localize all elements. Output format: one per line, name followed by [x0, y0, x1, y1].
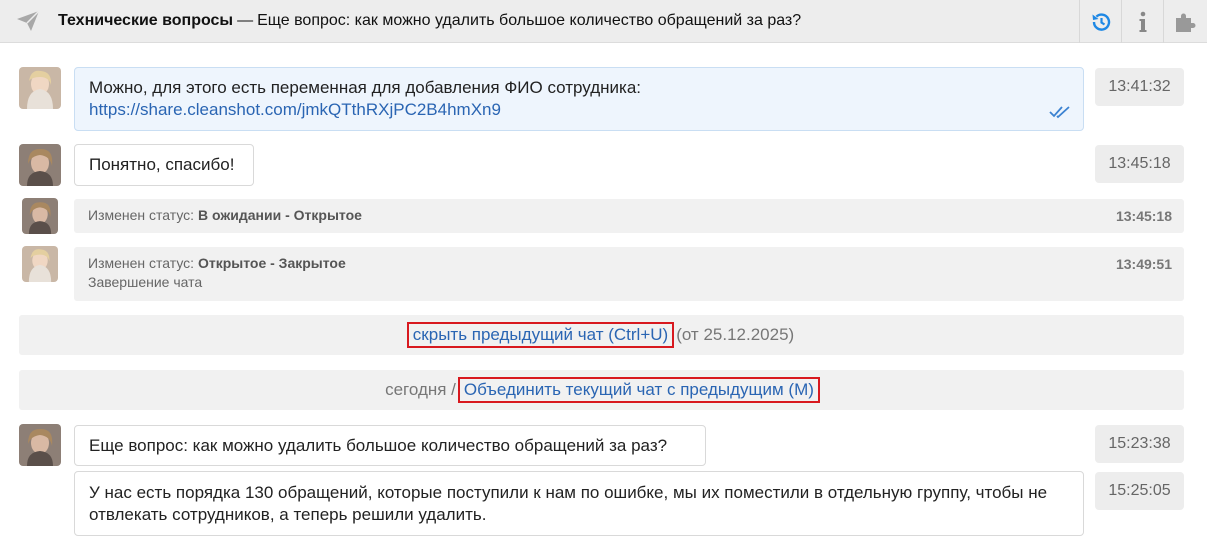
message-text: Понятно, спасибо!: [89, 155, 235, 174]
info-button[interactable]: [1121, 0, 1163, 43]
avatar: [19, 424, 61, 466]
previous-chat-separator: скрыть предыдущий чат (Ctrl+U) (от 25.12…: [19, 315, 1184, 355]
avatar: [19, 67, 61, 109]
message-bubble: Понятно, спасибо!: [74, 144, 254, 186]
message-time: 15:23:38: [1095, 425, 1184, 463]
merge-chat-separator: сегодня / Объединить текущий чат с преды…: [19, 370, 1184, 410]
avatar: [22, 198, 58, 234]
plugins-button[interactable]: [1163, 0, 1205, 43]
message-text: Можно, для этого есть переменная для доб…: [89, 78, 642, 97]
status-value: Открытое - Закрытое: [197, 255, 346, 271]
history-icon: [1092, 12, 1110, 31]
today-label: сегодня /: [385, 380, 456, 399]
chat-header: Технические вопросы — Еще вопрос: как можн…: [0, 0, 1207, 43]
message-link[interactable]: https://share.cleanshot.com/jmkQTthRXjPC…: [89, 100, 501, 119]
chat-category: Технические вопросы: [58, 12, 234, 29]
status-time: 13:45:18: [1115, 208, 1172, 224]
history-button[interactable]: [1079, 0, 1121, 43]
status-time: 13:49:51: [1115, 256, 1172, 272]
status-change: Изменен статус: В ожидании - Открытое 13…: [74, 199, 1184, 233]
avatar: [19, 144, 61, 186]
status-value: В ожидании - Открытое: [197, 207, 362, 223]
double-check-icon: [1049, 106, 1070, 119]
message-text: У нас есть порядка 130 обращений, которы…: [89, 483, 1048, 524]
message-text: Еще вопрос: как можно удалить большое ко…: [89, 436, 668, 455]
chat-subject: Еще вопрос: как можно удалить большое ко…: [257, 12, 802, 29]
message-time: 15:25:05: [1095, 472, 1184, 510]
hide-previous-chat-link[interactable]: скрыть предыдущий чат (Ctrl+U): [406, 322, 675, 348]
title-separator: —: [237, 12, 254, 29]
puzzle-icon: [1175, 13, 1195, 32]
send-icon: [17, 10, 40, 31]
message-time: 13:45:18: [1095, 145, 1184, 183]
message-bubble: У нас есть порядка 130 обращений, которы…: [74, 471, 1084, 536]
avatar: [22, 246, 58, 282]
status-label: Изменен статус:: [88, 207, 195, 223]
status-change: Изменен статус: Открытое - Закрытое 13:4…: [74, 247, 1184, 301]
message-bubble: Можно, для этого есть переменная для доб…: [74, 67, 1084, 131]
info-icon: [1139, 11, 1146, 32]
chat-title: Технические вопросы — Еще вопрос: как можн…: [58, 12, 801, 30]
merge-chat-link[interactable]: Объединить текущий чат с предыдущим (M): [457, 377, 820, 403]
status-label: Изменен статус:: [88, 255, 195, 271]
previous-chat-date: (от 25.12.2025): [676, 325, 795, 344]
message-bubble: Еще вопрос: как можно удалить большое ко…: [74, 425, 706, 466]
status-note: Завершение чата: [88, 274, 203, 290]
message-time: 13:41:32: [1095, 68, 1184, 106]
